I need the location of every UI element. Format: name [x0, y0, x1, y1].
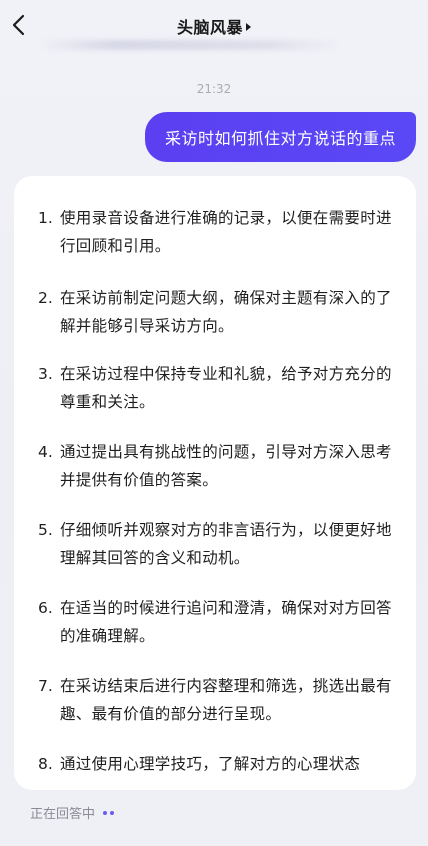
- list-item: 8. 通过使用心理学技巧，了解对方的心理状态: [38, 750, 400, 778]
- item-text: 在适当的时候进行追问和澄清，确保对对方回答的准确理解。: [60, 599, 392, 645]
- item-number: 5.: [38, 521, 53, 539]
- list-item: 7. 在采访结束后进行内容整理和筛选，挑选出最有趣、最有价值的部分进行呈现。: [38, 672, 400, 728]
- page-title: 头脑风暴: [176, 18, 243, 37]
- blurred-subtitle: [40, 40, 340, 50]
- list-item: 2. 在采访前制定问题大纲，确保对主题有深入的了解并能够引导采访方向。: [38, 284, 400, 340]
- item-number: 4.: [38, 443, 53, 461]
- list-item: 3. 在采访过程中保持专业和礼貌，给予对方充分的尊重和关注。: [38, 360, 400, 416]
- list-item: 5. 仔细倾听并观察对方的非言语行为，以便更好地理解其回答的含义和动机。: [38, 516, 400, 572]
- chat-header: 头脑风暴: [0, 0, 428, 52]
- user-message-bubble: 采访时如何抓住对方说话的重点: [144, 112, 416, 162]
- item-number: 2.: [38, 289, 53, 307]
- item-text: 通过使用心理学技巧，了解对方的心理状态: [60, 755, 361, 773]
- item-text: 仔细倾听并观察对方的非言语行为，以便更好地理解其回答的含义和动机。: [60, 521, 392, 567]
- status-text: 正在回答中: [30, 807, 96, 822]
- item-text: 在采访过程中保持专业和礼貌，给予对方充分的尊重和关注。: [60, 365, 392, 411]
- item-text: 使用录音设备进行准确的记录，以便在需要时进行回顾和引用。: [60, 209, 392, 255]
- list-item: 6. 在适当的时候进行追问和澄清，确保对对方回答的准确理解。: [38, 594, 400, 650]
- answering-status: 正在回答中: [30, 803, 115, 822]
- list-item: 1. 使用录音设备进行准确的记录，以便在需要时进行回顾和引用。: [38, 204, 400, 260]
- title-dropdown[interactable]: 头脑风暴: [0, 14, 428, 38]
- assistant-answer-card: 1. 使用录音设备进行准确的记录，以便在需要时进行回顾和引用。 2. 在采访前制…: [14, 176, 416, 790]
- message-timestamp: 21:32: [196, 82, 232, 96]
- typing-dots-icon: [103, 810, 115, 815]
- item-number: 8.: [38, 755, 53, 773]
- item-number: 7.: [38, 677, 53, 695]
- item-number: 6.: [38, 599, 53, 617]
- caret-right-icon: [246, 23, 251, 31]
- item-text: 通过提出具有挑战性的问题，引导对方深入思考并提供有价值的答案。: [60, 443, 392, 489]
- item-text: 在采访结束后进行内容整理和筛选，挑选出最有趣、最有价值的部分进行呈现。: [60, 677, 392, 723]
- item-text: 在采访前制定问题大纲，确保对主题有深入的了解并能够引导采访方向。: [60, 289, 392, 335]
- item-number: 3.: [38, 365, 53, 383]
- list-item: 4. 通过提出具有挑战性的问题，引导对方深入思考并提供有价值的答案。: [38, 438, 400, 494]
- item-number: 1.: [38, 209, 53, 227]
